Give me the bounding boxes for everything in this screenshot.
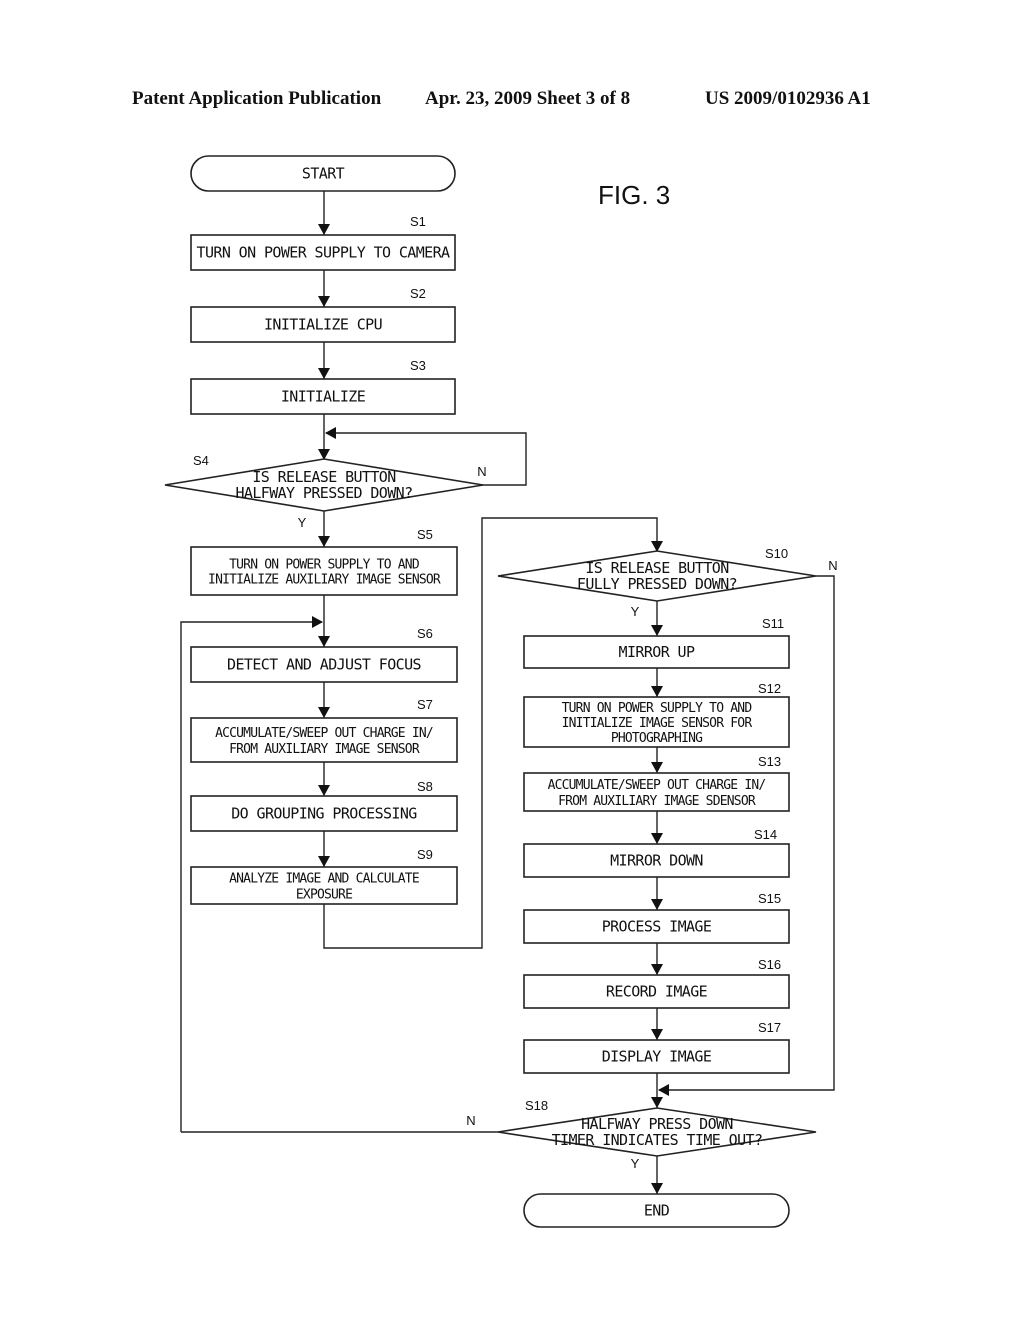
arrow-down-icon bbox=[318, 224, 330, 235]
step-label-s3: S3 bbox=[410, 358, 426, 373]
process-box-s13-text: ACCUMULATE/SWEEP OUT CHARGE IN/ bbox=[548, 778, 766, 793]
step-label-s7: S7 bbox=[417, 697, 433, 712]
decision-s4-no-label: N bbox=[477, 464, 486, 479]
decision-s10-no-label: N bbox=[828, 558, 837, 573]
process-box-s3-text: INITIALIZE bbox=[281, 388, 366, 406]
arrow-down-icon bbox=[318, 856, 330, 867]
decision-s4-yes-label: Y bbox=[298, 515, 307, 530]
process-box-s13-text: FROM AUXILIARY IMAGE SDENSOR bbox=[558, 794, 756, 809]
process-box-s17-text: DISPLAY IMAGE bbox=[602, 1048, 712, 1066]
arrow-down-icon bbox=[651, 625, 663, 636]
process-box-s5-text: TURN ON POWER SUPPLY TO AND bbox=[229, 558, 420, 573]
process-box-s7-text: FROM AUXILIARY IMAGE SENSOR bbox=[229, 742, 420, 757]
process-box-s9-text: EXPOSURE bbox=[296, 888, 352, 903]
step-label-s8: S8 bbox=[417, 779, 433, 794]
step-label-s16: S16 bbox=[758, 957, 781, 972]
process-box-s5-text: INITIALIZE AUXILIARY IMAGE SENSOR bbox=[208, 573, 441, 588]
process-box-s12-text: TURN ON POWER SUPPLY TO AND bbox=[562, 701, 753, 716]
step-label-s1: S1 bbox=[410, 214, 426, 229]
process-box-s12-text: PHOTOGRAPHING bbox=[611, 731, 703, 746]
step-label-s5: S5 bbox=[417, 527, 433, 542]
arrow-down-icon bbox=[318, 636, 330, 647]
process-box-s2-text: INITIALIZE CPU bbox=[264, 316, 382, 334]
arrow-down-icon bbox=[651, 686, 663, 697]
arrow-down-icon bbox=[651, 1183, 663, 1194]
decision-s18-text: TIMER INDICATES TIME OUT? bbox=[552, 1131, 763, 1149]
process-box-s1-text: TURN ON POWER SUPPLY TO CAMERA bbox=[197, 244, 450, 262]
flowchart: START S1 TURN ON POWER SUPPLY TO CAMERA S2 I… bbox=[164, 155, 838, 1228]
step-label-s17: S17 bbox=[758, 1020, 781, 1035]
arrow-down-icon bbox=[318, 296, 330, 307]
process-box-s11-text: MIRROR UP bbox=[619, 643, 695, 661]
process-box-s16-text: RECORD IMAGE bbox=[606, 983, 708, 1001]
step-label-s12: S12 bbox=[758, 681, 781, 696]
step-label-s9: S9 bbox=[417, 847, 433, 862]
process-box-s14-text: MIRROR DOWN bbox=[610, 852, 703, 870]
arrow-right-icon bbox=[312, 616, 323, 628]
step-label-s11: S11 bbox=[762, 616, 784, 631]
process-box-s8-text: DO GROUPING PROCESSING bbox=[231, 805, 417, 823]
step-label-s18: S18 bbox=[525, 1098, 548, 1113]
step-label-s6: S6 bbox=[417, 626, 433, 641]
step-label-s2: S2 bbox=[410, 286, 426, 301]
step-label-s15: S15 bbox=[758, 891, 781, 906]
arrow-down-icon bbox=[318, 707, 330, 718]
process-box-s6-text: DETECT AND ADJUST FOCUS bbox=[227, 656, 421, 674]
start-terminal-text: START bbox=[302, 165, 345, 183]
arrow-down-icon bbox=[651, 964, 663, 975]
step-label-s13: S13 bbox=[758, 754, 781, 769]
decision-s18-no-label: N bbox=[466, 1113, 475, 1128]
decision-s18-yes-label: Y bbox=[631, 1156, 640, 1171]
arrow-down-icon bbox=[651, 1029, 663, 1040]
arrow-down-icon bbox=[651, 833, 663, 844]
arrow-left-icon bbox=[658, 1084, 669, 1096]
arrow-down-icon bbox=[651, 899, 663, 910]
decision-s10-yes-label: Y bbox=[631, 604, 640, 619]
arrow-down-icon bbox=[651, 1097, 663, 1108]
arrow-down-icon bbox=[318, 536, 330, 547]
process-box-s15-text: PROCESS IMAGE bbox=[602, 918, 712, 936]
decision-s4-text: HALFWAY PRESSED DOWN? bbox=[235, 484, 412, 502]
arrow-down-icon bbox=[318, 785, 330, 796]
arrow-left-icon bbox=[325, 427, 336, 439]
decision-s10-text: FULLY PRESSED DOWN? bbox=[577, 575, 737, 593]
step-label-s4: S4 bbox=[193, 453, 209, 468]
process-box-s12-text: INITIALIZE IMAGE SENSOR FOR bbox=[562, 716, 753, 731]
step-label-s14: S14 bbox=[754, 827, 777, 842]
end-terminal-text: END bbox=[644, 1202, 670, 1220]
arrow-down-icon bbox=[651, 762, 663, 773]
process-box-s7-text: ACCUMULATE/SWEEP OUT CHARGE IN/ bbox=[215, 726, 433, 741]
process-box-s9-text: ANALYZE IMAGE AND CALCULATE bbox=[229, 872, 419, 887]
arrow-down-icon bbox=[318, 368, 330, 379]
step-label-s10: S10 bbox=[765, 546, 788, 561]
